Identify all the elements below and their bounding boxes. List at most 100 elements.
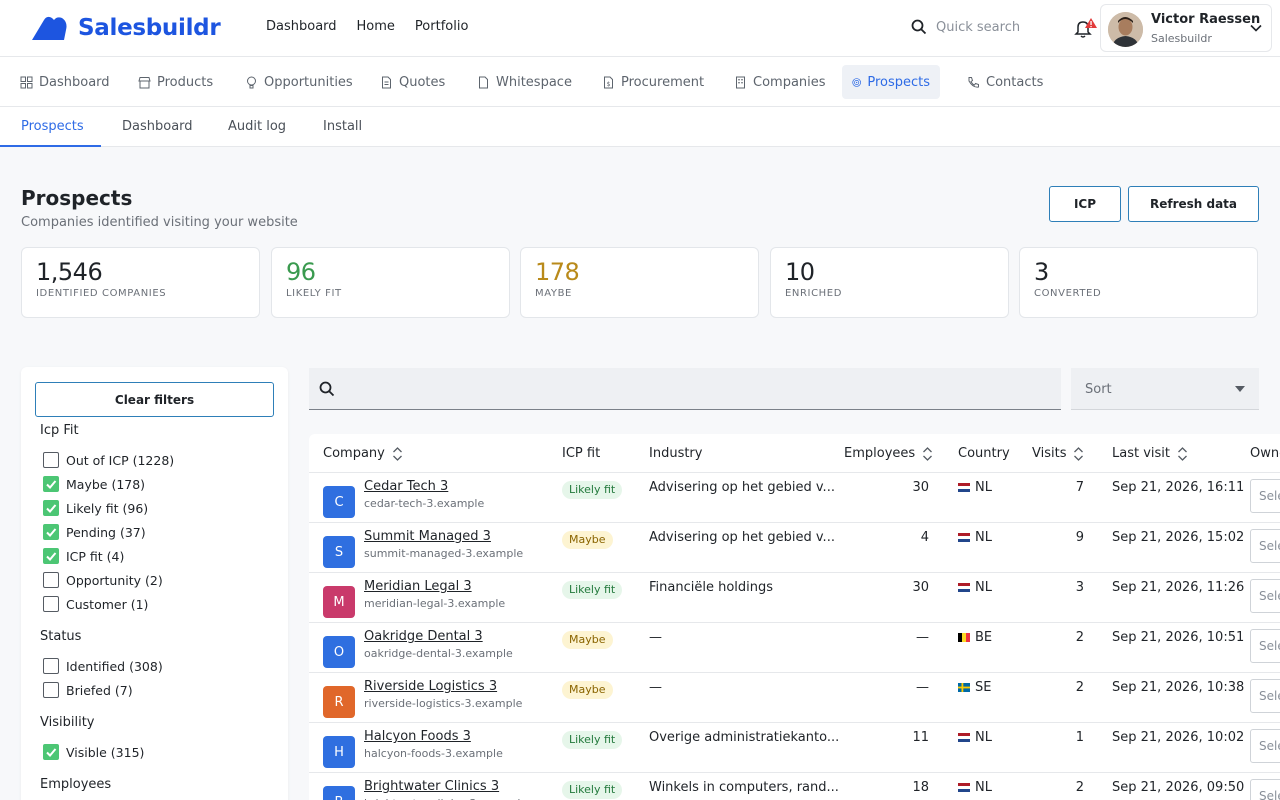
checkbox-icon[interactable]	[43, 452, 59, 468]
top-nav-dashboard[interactable]: Dashboard	[266, 19, 337, 34]
industry-cell: —	[649, 680, 662, 695]
checkbox-checked-icon[interactable]	[43, 744, 59, 760]
module-products[interactable]: Products	[128, 65, 223, 99]
company-avatar: C	[323, 486, 355, 518]
sort-placeholder: Sort	[1085, 382, 1112, 397]
column-header-visits[interactable]: Visits	[1032, 446, 1084, 461]
filter-checkbox-item[interactable]: Identified (308)	[43, 658, 163, 674]
module-opportunities-label: Opportunities	[264, 74, 353, 90]
filter-group-icp-fit: Icp Fit	[40, 423, 79, 438]
module-opportunities[interactable]: Opportunities	[235, 65, 363, 99]
icp-button[interactable]: ICP	[1049, 186, 1121, 222]
checkbox-checked-icon[interactable]	[43, 524, 59, 540]
company-name-link[interactable]: Summit Managed 3	[364, 529, 491, 544]
company-name-link[interactable]: Meridian Legal 3	[364, 579, 472, 594]
company-name-link[interactable]: Cedar Tech 3	[364, 479, 448, 494]
country-code: SE	[975, 680, 992, 695]
owner-select[interactable]: Select	[1250, 479, 1280, 513]
tab-audit-log[interactable]: Audit log	[207, 107, 307, 147]
app-logo[interactable]: Salesbuildr	[30, 14, 221, 42]
table-row[interactable]: S Summit Managed 3 summit-managed-3.exampl…	[309, 522, 1280, 572]
table-row[interactable]: R Riverside Logistics 3 riverside-logistic…	[309, 672, 1280, 722]
sort-icon	[923, 446, 933, 461]
module-companies[interactable]: Companies	[724, 65, 836, 99]
table-row[interactable]: H Halcyon Foods 3 halcyon-foods-3.example L…	[309, 722, 1280, 772]
owner-select[interactable]: Select	[1250, 729, 1280, 763]
sort-icon	[1178, 446, 1187, 461]
stat-value: 178	[535, 258, 580, 286]
checkbox-icon[interactable]	[43, 596, 59, 612]
module-whitespace[interactable]: Whitespace	[467, 65, 582, 99]
checkbox-checked-icon[interactable]	[43, 548, 59, 564]
phone-icon	[968, 76, 979, 88]
document-icon	[382, 76, 391, 88]
country-flag-icon	[958, 633, 970, 642]
filter-checkbox-item[interactable]: Opportunity (2)	[43, 572, 163, 588]
column-header-employees[interactable]: Employees	[844, 446, 933, 461]
user-menu[interactable]: Victor Raessen Salesbuildr	[1100, 4, 1272, 52]
filter-checkbox-item[interactable]: ICP fit (4)	[43, 548, 124, 564]
module-quotes[interactable]: Quotes	[370, 65, 455, 99]
owner-select[interactable]: Select	[1250, 579, 1280, 613]
module-prospects[interactable]: Prospects	[842, 65, 940, 99]
checkbox-checked-icon[interactable]	[43, 476, 59, 492]
refresh-data-button[interactable]: Refresh data	[1128, 186, 1259, 222]
sort-select[interactable]: Sort	[1071, 368, 1259, 410]
company-avatar: R	[323, 686, 355, 718]
owner-select[interactable]: Select	[1250, 529, 1280, 563]
checkbox-icon[interactable]	[43, 658, 59, 674]
top-nav-portfolio[interactable]: Portfolio	[415, 19, 468, 34]
filter-checkbox-item[interactable]: Briefed (7)	[43, 682, 133, 698]
country-code: NL	[975, 730, 992, 745]
checkbox-icon[interactable]	[43, 682, 59, 698]
country-code: NL	[975, 780, 992, 795]
owner-select[interactable]: Select	[1250, 779, 1280, 800]
company-name-link[interactable]: Oakridge Dental 3	[364, 629, 483, 644]
column-header-owner: Owner	[1250, 446, 1280, 461]
top-nav-home[interactable]: Home	[357, 19, 395, 34]
filter-checkbox-item[interactable]: Maybe (178)	[43, 476, 145, 492]
column-header-company[interactable]: Company	[323, 446, 403, 461]
country-flag-icon	[958, 533, 970, 542]
quick-search[interactable]: Quick search	[911, 19, 1020, 35]
company-domain: oakridge-dental-3.example	[364, 647, 513, 660]
owner-select[interactable]: Select	[1250, 679, 1280, 713]
checkbox-checked-icon[interactable]	[43, 500, 59, 516]
company-domain: cedar-tech-3.example	[364, 497, 485, 510]
visits-cell: 3	[1075, 580, 1084, 595]
owner-select[interactable]: Select	[1250, 629, 1280, 663]
company-name-link[interactable]: Brightwater Clinics 3	[364, 779, 499, 794]
filter-label: Visible (315)	[66, 744, 145, 760]
table-row[interactable]: M Meridian Legal 3 meridian-legal-3.exampl…	[309, 572, 1280, 622]
filter-group-employees: Employees	[40, 777, 112, 792]
table-row[interactable]: BBrightwater Clinics 3brightwater-clinic…	[309, 772, 1280, 800]
table-row[interactable]: O Oakridge Dental 3 oakridge-dental-3.exam…	[309, 622, 1280, 672]
column-header-label: ICP fit	[562, 446, 601, 461]
module-contacts[interactable]: Contacts	[957, 65, 1053, 99]
clear-filters-button[interactable]: Clear filters	[35, 382, 274, 417]
prospect-search-input[interactable]	[309, 368, 1061, 410]
checkbox-icon[interactable]	[43, 572, 59, 588]
filter-checkbox-item[interactable]: Likely fit (96)	[43, 500, 148, 516]
table-row[interactable]: C Cedar Tech 3 cedar-tech-3.example Likely …	[309, 472, 1280, 522]
lightbulb-icon	[247, 76, 256, 88]
company-name-link[interactable]: Riverside Logistics 3	[364, 679, 497, 694]
module-procurement[interactable]: $ Procurement	[592, 65, 714, 99]
filter-label: Opportunity (2)	[66, 572, 163, 588]
filter-checkbox-item[interactable]: Out of ICP (1228)	[43, 452, 174, 468]
notification-bell-icon[interactable]	[1072, 17, 1098, 41]
filter-checkbox-item[interactable]: Pending (37)	[43, 524, 146, 540]
company-domain: summit-managed-3.example	[364, 547, 524, 560]
employees-cell: 11	[912, 730, 929, 745]
tab-dashboard[interactable]: Dashboard	[101, 107, 214, 147]
column-header-last-visit[interactable]: Last visit	[1112, 446, 1188, 461]
filter-checkbox-item[interactable]: Customer (1)	[43, 596, 148, 612]
module-dashboard[interactable]: Dashboard	[10, 65, 120, 99]
tab-prospects[interactable]: Prospects	[0, 107, 101, 147]
icp-fit-badge: Maybe	[562, 631, 613, 649]
sort-icon	[392, 446, 402, 461]
module-dashboard-label: Dashboard	[39, 74, 110, 90]
filter-checkbox-item[interactable]: Visible (315)	[43, 744, 144, 760]
company-name-link[interactable]: Halcyon Foods 3	[364, 729, 471, 744]
tab-install[interactable]: Install	[302, 107, 383, 147]
